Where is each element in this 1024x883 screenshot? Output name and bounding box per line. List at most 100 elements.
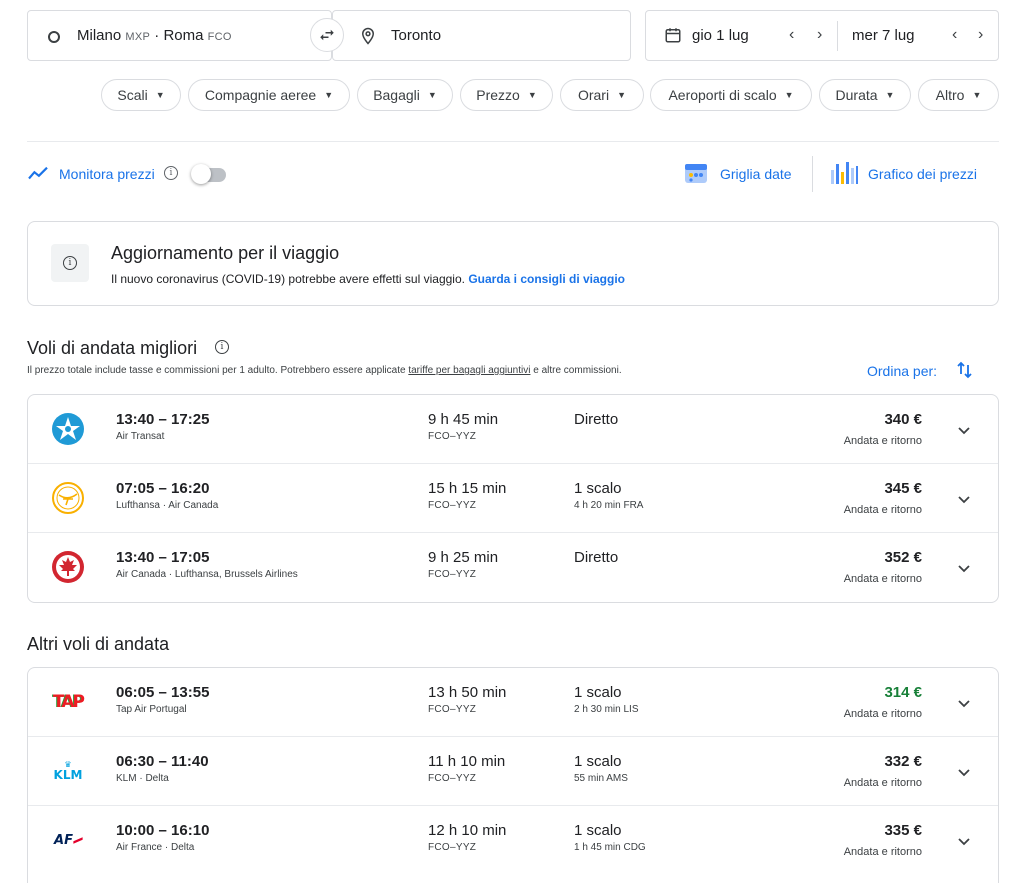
travel-update-title: Aggiornamento per il viaggio <box>111 243 340 263</box>
sort-by-button[interactable]: Ordina per: <box>867 363 937 379</box>
destination-field[interactable]: Toronto <box>332 10 631 61</box>
flight-airline: KLM · Delta <box>116 773 169 784</box>
other-flights-title: Altri voli di andata <box>27 634 170 654</box>
dates-field[interactable]: gio 1 lug ‹ › mer 7 lug ‹ › <box>645 10 999 61</box>
location-pin-icon <box>361 27 375 45</box>
flight-airline: Air Canada · Lufthansa, Brussels Airline… <box>116 569 298 580</box>
flight-row[interactable]: ♛ KLM 06:30 – 11:40 KLM · Delta 11 h 10 … <box>28 737 998 806</box>
toggle-knob[interactable] <box>191 164 211 184</box>
return-next-icon[interactable]: › <box>978 26 983 44</box>
flight-price-type: Andata e ritorno <box>843 435 922 447</box>
air-transat-logo-icon <box>50 411 86 447</box>
price-graph-button[interactable]: Grafico dei prezzi <box>829 158 989 190</box>
flight-duration: 11 h 10 min <box>428 753 506 770</box>
flight-route: FCO–YYZ <box>428 842 477 853</box>
expand-button[interactable] <box>952 692 976 716</box>
other-flights-list: TAP 06:05 – 13:55 Tap Air Portugal 13 h … <box>27 667 999 883</box>
filter-chip-price[interactable]: Prezzo ▼ <box>460 79 553 111</box>
depart-next-icon[interactable]: › <box>817 26 822 44</box>
chevron-down-icon <box>958 838 970 846</box>
flight-price: 352 € <box>884 549 922 566</box>
flight-stop-info: 1 h 45 min CDG <box>574 842 646 853</box>
flight-stop-info: 2 h 30 min LIS <box>574 704 639 715</box>
tap-logo-icon: TAP <box>53 692 85 712</box>
track-prices-label[interactable]: Monitora prezzi <box>59 166 155 182</box>
filter-chip-times[interactable]: Orari ▼ <box>560 79 644 111</box>
flight-times: 13:40 – 17:25 <box>116 411 210 428</box>
flight-times: 13:40 – 17:05 <box>116 549 210 566</box>
info-icon: i <box>51 244 89 282</box>
air-france-logo-icon: AF <box>50 822 86 858</box>
flight-price-type: Andata e ritorno <box>843 708 922 720</box>
flight-stops: 1 scalo <box>574 822 622 839</box>
flight-row[interactable]: TAP 06:05 – 13:55 Tap Air Portugal 13 h … <box>28 668 998 737</box>
air-canada-logo-icon <box>50 549 86 585</box>
travel-advice-link[interactable]: Guarda i consigli di viaggio <box>468 272 625 286</box>
trend-line-icon <box>28 166 48 180</box>
date-grid-button[interactable]: Griglia date <box>683 158 798 190</box>
best-flights-title: Voli di andata migliori <box>27 338 198 358</box>
origin-field[interactable]: Milano MXP · Roma FCO <box>27 10 332 61</box>
flight-row[interactable]: AF 10:00 – 16:10 Air France · Delta 12 h… <box>28 806 998 875</box>
flight-row[interactable]: 13:40 – 17:25 Air Transat 9 h 45 min FCO… <box>28 395 998 464</box>
swap-button[interactable] <box>310 18 344 52</box>
flight-airline: Air Transat <box>116 431 165 442</box>
travel-update-text: Il nuovo coronavirus (COVID-19) potrebbe… <box>111 272 626 286</box>
flight-route: FCO–YYZ <box>428 704 477 715</box>
chip-label: Aeroporti di scalo <box>668 87 777 103</box>
destination-value: Toronto <box>391 27 442 44</box>
dropdown-arrow-icon: ▼ <box>617 90 627 100</box>
filter-chip-bags[interactable]: Bagagli ▼ <box>357 79 453 111</box>
price-graph-label: Grafico dei prezzi <box>868 166 977 182</box>
klm-logo-icon: ♛ KLM <box>53 760 83 782</box>
flight-price: 335 € <box>884 822 922 839</box>
flight-stops: 1 scalo <box>574 684 622 701</box>
flight-duration: 13 h 50 min <box>428 684 507 701</box>
flight-price: 332 € <box>884 753 922 770</box>
filter-chip-duration[interactable]: Durata ▼ <box>819 79 911 111</box>
expand-button[interactable] <box>952 419 976 443</box>
filter-chip-connecting-airports[interactable]: Aeroporti di scalo ▼ <box>650 79 812 111</box>
sort-arrows-icon[interactable] <box>955 360 975 380</box>
return-date[interactable]: mer 7 lug <box>852 27 915 44</box>
expand-button[interactable] <box>952 557 976 581</box>
flight-stop-info: 55 min AMS <box>574 773 628 784</box>
filter-chip-stops[interactable]: Scali ▼ <box>101 79 181 111</box>
flight-stops: 1 scalo <box>574 753 622 770</box>
filters-divider <box>27 141 999 142</box>
flight-route: FCO–YYZ <box>428 431 477 442</box>
baggage-fees-link[interactable]: tariffe per bagagli aggiuntivi <box>408 365 530 376</box>
depart-prev-icon[interactable]: ‹ <box>789 26 794 44</box>
expand-button[interactable] <box>952 830 976 854</box>
flight-times: 10:00 – 16:10 <box>116 822 210 839</box>
expand-button[interactable] <box>952 761 976 785</box>
filter-chip-more[interactable]: Altro ▼ <box>918 79 999 111</box>
dropdown-arrow-icon: ▼ <box>885 90 895 100</box>
chevron-down-icon <box>958 769 970 777</box>
origin-circle-icon <box>48 31 60 43</box>
info-icon[interactable]: i <box>164 166 178 180</box>
flight-price: 345 € <box>884 480 922 497</box>
flight-price: 314 € <box>884 684 922 701</box>
flight-row[interactable]: 07:05 – 16:20 Lufthansa · Air Canada 15 … <box>28 464 998 533</box>
flight-stops: 1 scalo <box>574 480 622 497</box>
flight-duration: 9 h 25 min <box>428 549 499 566</box>
calendar-icon <box>665 28 681 43</box>
filter-chip-airlines[interactable]: Compagnie aeree ▼ <box>188 79 350 111</box>
chevron-down-icon <box>958 496 970 504</box>
flight-row[interactable]: 13:40 – 17:05 Air Canada · Lufthansa, Br… <box>28 533 998 602</box>
flight-airline: Tap Air Portugal <box>116 704 187 715</box>
tools-divider <box>812 156 813 192</box>
expand-button[interactable] <box>952 488 976 512</box>
flight-price-type: Andata e ritorno <box>843 846 922 858</box>
dropdown-arrow-icon: ▼ <box>155 90 165 100</box>
dropdown-arrow-icon: ▼ <box>324 90 334 100</box>
chip-label: Durata <box>835 87 878 103</box>
depart-date[interactable]: gio 1 lug <box>692 27 749 44</box>
price-graph-icon <box>831 162 858 184</box>
info-icon[interactable]: i <box>215 340 229 354</box>
origin-value: Milano MXP · Roma FCO <box>77 27 232 44</box>
return-prev-icon[interactable]: ‹ <box>952 26 957 44</box>
flight-stop-info: 4 h 20 min FRA <box>574 500 644 511</box>
chevron-down-icon <box>958 700 970 708</box>
